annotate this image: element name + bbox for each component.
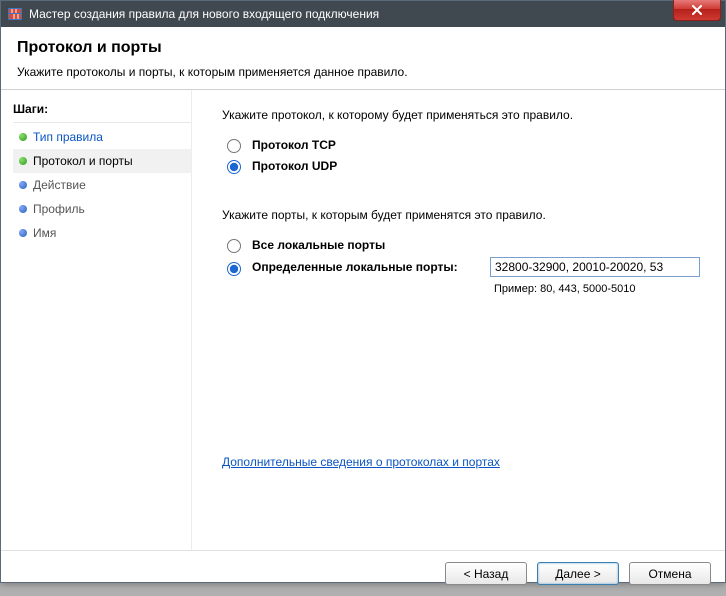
protocol-udp-label: Протокол UDP: [252, 159, 337, 173]
step-label: Тип правила: [33, 130, 103, 144]
step-bullet-icon: [19, 205, 27, 213]
page-title: Протокол и порты: [17, 39, 709, 57]
step-bullet-icon: [19, 157, 27, 165]
wizard-header: Протокол и порты Укажите протоколы и пор…: [1, 27, 725, 89]
ports-all-radio[interactable]: [227, 239, 241, 253]
step-rule-type[interactable]: Тип правила: [13, 125, 191, 149]
next-button[interactable]: Далее >: [537, 562, 619, 585]
wizard-window: Мастер создания правила для нового входя…: [0, 0, 726, 583]
ports-specific-radio[interactable]: [227, 262, 241, 276]
close-button[interactable]: [673, 0, 721, 21]
ports-input[interactable]: [490, 257, 700, 277]
page-subtitle: Укажите протоколы и порты, к которым при…: [17, 65, 709, 79]
window-title: Мастер создания правила для нового входя…: [29, 7, 379, 21]
steps-sidebar: Шаги: Тип правила Протокол и порты Дейст…: [1, 90, 191, 550]
step-profile[interactable]: Профиль: [13, 197, 191, 221]
step-label: Имя: [33, 226, 56, 240]
firewall-icon: [7, 6, 23, 22]
wizard-body: Шаги: Тип правила Протокол и порты Дейст…: [1, 90, 725, 550]
protocol-udp-radio[interactable]: [227, 160, 241, 174]
protocol-tcp-option[interactable]: Протокол TCP: [222, 136, 705, 153]
protocol-prompt: Укажите протокол, к которому будет приме…: [222, 108, 705, 122]
step-bullet-icon: [19, 229, 27, 237]
step-action[interactable]: Действие: [13, 173, 191, 197]
titlebar[interactable]: Мастер создания правила для нового входя…: [1, 1, 725, 27]
step-protocol-ports[interactable]: Протокол и порты: [13, 149, 191, 173]
step-bullet-icon: [19, 181, 27, 189]
step-label: Протокол и порты: [33, 154, 133, 168]
steps-heading: Шаги:: [13, 98, 191, 123]
protocol-udp-option[interactable]: Протокол UDP: [222, 157, 705, 174]
ports-all-option[interactable]: Все локальные порты: [222, 236, 705, 253]
step-label: Действие: [33, 178, 86, 192]
protocol-tcp-label: Протокол TCP: [252, 138, 336, 152]
step-name[interactable]: Имя: [13, 221, 191, 245]
ports-specific-option[interactable]: Определенные локальные порты:: [222, 259, 478, 276]
ports-prompt: Укажите порты, к которым будет применятс…: [222, 208, 705, 222]
cancel-button[interactable]: Отмена: [629, 562, 711, 585]
step-label: Профиль: [33, 202, 85, 216]
ports-example: Пример: 80, 443, 5000-5010: [494, 283, 705, 295]
help-link[interactable]: Дополнительные сведения о протоколах и п…: [222, 455, 500, 469]
ports-specific-label: Определенные локальные порты:: [252, 260, 458, 274]
back-button[interactable]: < Назад: [445, 562, 527, 585]
wizard-footer: < Назад Далее > Отмена: [1, 550, 725, 596]
wizard-content: Укажите протокол, к которому будет приме…: [191, 90, 725, 550]
step-bullet-icon: [19, 133, 27, 141]
protocol-tcp-radio[interactable]: [227, 139, 241, 153]
ports-all-label: Все локальные порты: [252, 238, 385, 252]
